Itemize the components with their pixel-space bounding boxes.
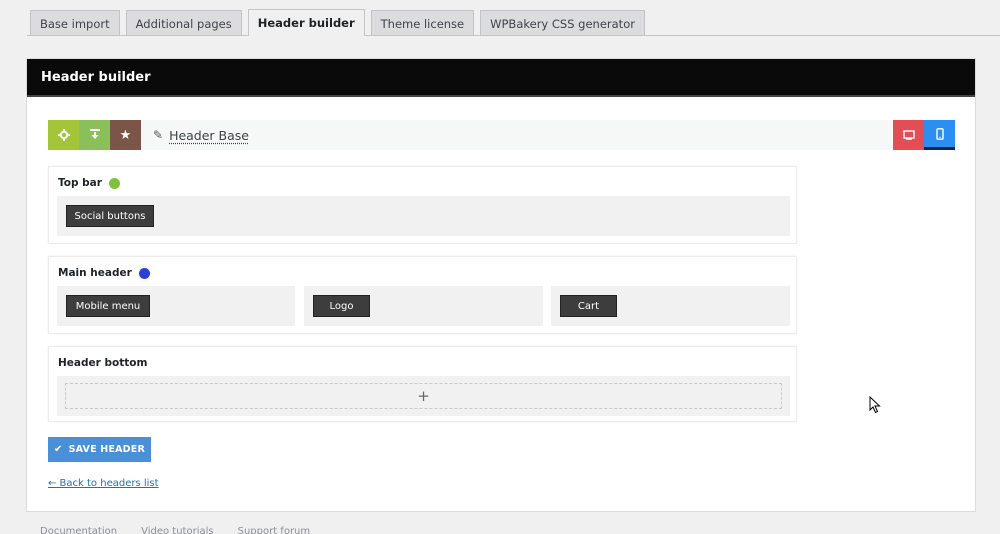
- header-builder-panel: Header builder ★ ✎ Header Base Top bar S…: [26, 58, 976, 512]
- main-header-section: Main header Mobile menu Logo Cart: [48, 256, 797, 334]
- documentation-link[interactable]: Documentation: [40, 526, 117, 534]
- footer-links: Documentation Video tutorials Support fo…: [40, 526, 310, 534]
- mobile-menu-element[interactable]: Mobile menu: [66, 295, 150, 317]
- download-icon[interactable]: [79, 120, 110, 150]
- header-toolbar: ★ ✎ Header Base: [48, 120, 955, 150]
- header-name-label: Header Base: [169, 127, 249, 143]
- header-bottom-title: Header bottom: [58, 357, 147, 369]
- main-header-title-text: Main header: [58, 267, 132, 279]
- panel-title: Header builder: [27, 59, 975, 97]
- tab-base-import[interactable]: Base import: [30, 10, 120, 36]
- tabs-divider: [27, 35, 1000, 36]
- top-bar-title: Top bar: [58, 177, 120, 189]
- add-element-button[interactable]: +: [65, 383, 782, 409]
- main-header-right-zone: Cart: [551, 286, 790, 326]
- tab-bar: Base import Additional pages Header buil…: [30, 9, 1000, 36]
- cart-element[interactable]: Cart: [560, 295, 617, 317]
- header-name[interactable]: ✎ Header Base: [153, 128, 249, 143]
- save-header-label: SAVE HEADER: [68, 444, 145, 455]
- pencil-icon: ✎: [153, 128, 164, 142]
- gear-icon[interactable]: [48, 120, 79, 150]
- top-bar-title-text: Top bar: [58, 177, 102, 189]
- social-buttons-element[interactable]: Social buttons: [66, 205, 154, 227]
- video-tutorials-link[interactable]: Video tutorials: [141, 526, 214, 534]
- save-header-button[interactable]: ✔ SAVE HEADER: [48, 437, 151, 462]
- mouse-cursor-icon: [869, 396, 881, 414]
- main-header-title: Main header: [58, 267, 150, 279]
- star-icon[interactable]: ★: [110, 120, 141, 150]
- main-header-status-dot: [138, 267, 150, 279]
- check-icon: ✔: [54, 444, 63, 455]
- main-header-center-zone: Logo: [304, 286, 543, 326]
- top-bar-zone: Social buttons: [57, 196, 790, 236]
- tab-additional-pages[interactable]: Additional pages: [125, 10, 242, 36]
- top-bar-status-dot: [108, 177, 120, 189]
- header-bottom-section: Header bottom +: [48, 346, 797, 422]
- logo-element[interactable]: Logo: [313, 295, 370, 317]
- tab-header-builder[interactable]: Header builder: [247, 9, 365, 36]
- tab-wpbakery-css-generator[interactable]: WPBakery CSS generator: [480, 10, 645, 36]
- back-to-headers-link[interactable]: ← Back to headers list: [48, 478, 159, 489]
- mobile-icon[interactable]: [924, 120, 955, 150]
- desktop-icon[interactable]: [893, 120, 924, 150]
- top-bar-section: Top bar Social buttons: [48, 166, 797, 244]
- main-header-left-zone: Mobile menu: [57, 286, 295, 326]
- tab-theme-license[interactable]: Theme license: [370, 10, 475, 36]
- header-bottom-title-text: Header bottom: [58, 357, 148, 369]
- support-forum-link[interactable]: Support forum: [238, 526, 311, 534]
